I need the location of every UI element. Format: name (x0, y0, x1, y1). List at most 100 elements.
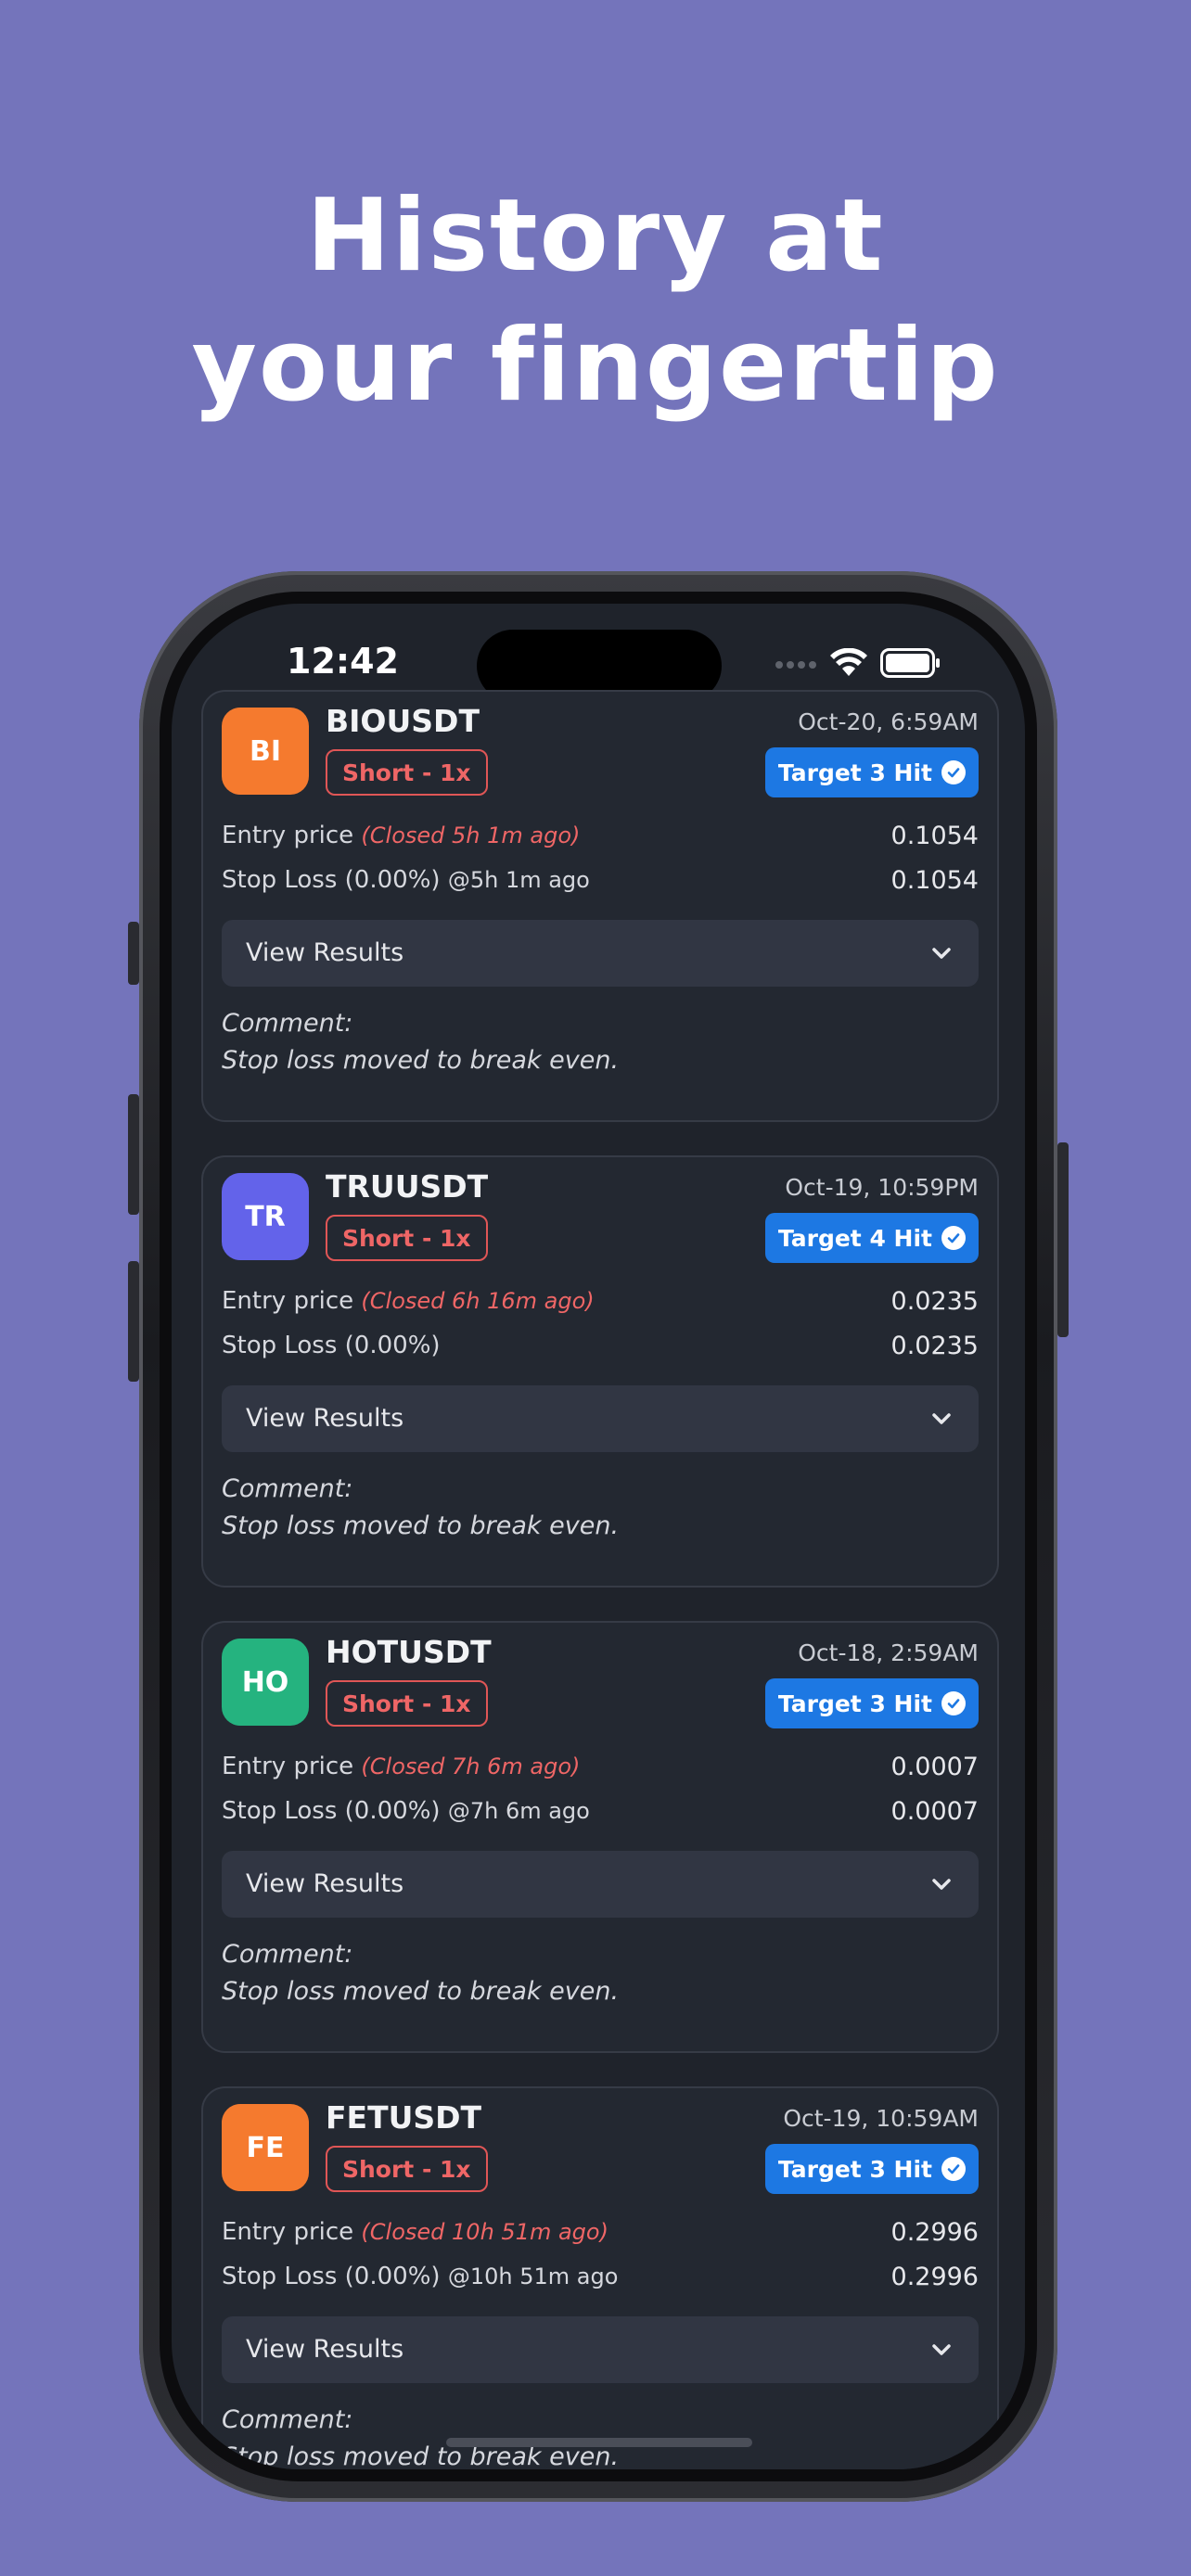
target-status-badge: Target 3 Hit (764, 2144, 979, 2194)
status-icons (775, 647, 941, 682)
comment-text: Stop loss moved to break even. (222, 1511, 620, 1540)
target-label: Target 4 Hit (777, 1224, 932, 1252)
closed-ago-text: (Closed 10h 51m ago) (361, 2219, 608, 2245)
position-side-badge: Short - 1x (326, 749, 488, 796)
symbol-avatar: HO (222, 1639, 309, 1726)
signal-date: Oct-19, 10:59PM (785, 1174, 979, 1201)
status-time: 12:42 (287, 641, 399, 682)
stop-loss-label: Stop Loss (0.00%) (222, 866, 441, 894)
signal-card[interactable]: BI BIOUSDT Short - 1x Oct-20, 6:59AM Tar… (201, 690, 999, 1122)
comment-block: Comment: Stop loss moved to break even. (222, 1005, 619, 1079)
stop-loss-value: 0.0007 (890, 1797, 979, 1826)
signal-date: Oct-19, 10:59AM (783, 2105, 979, 2132)
comment-text: Stop loss moved to break even. (222, 1046, 620, 1075)
headline-line-2: your fingertip (191, 308, 1000, 424)
closed-ago-text: (Closed 5h 1m ago) (361, 823, 581, 848)
entry-price-label: Entry price (222, 1287, 354, 1315)
view-results-toggle[interactable]: View Results (222, 920, 979, 987)
entry-price-value: 0.2996 (890, 2218, 979, 2247)
entry-price-value: 0.0007 (890, 1753, 979, 1781)
position-side-badge: Short - 1x (326, 1215, 488, 1261)
stop-loss-label: Stop Loss (0.00%) (222, 1332, 441, 1359)
comment-text: Stop loss moved to break even. (222, 1977, 620, 2006)
view-results-toggle[interactable]: View Results (222, 2316, 979, 2383)
symbol-name: FETUSDT (326, 2099, 482, 2136)
chevron-down-icon (928, 2337, 954, 2366)
closed-ago-text: (Closed 6h 16m ago) (361, 1288, 595, 1314)
comment-label: Comment: (222, 1474, 353, 1503)
chevron-down-icon (928, 1871, 954, 1901)
stop-loss-label: Stop Loss (0.00%) (222, 2263, 441, 2290)
entry-price-row: Entry price (Closed 7h 6m ago) 0.0007 (222, 1753, 979, 1790)
entry-price-value: 0.1054 (890, 822, 979, 850)
signal-date: Oct-18, 2:59AM (798, 1639, 979, 1666)
target-label: Target 3 Hit (777, 759, 932, 786)
comment-block: Comment: Stop loss moved to break even. (222, 2402, 619, 2469)
stop-loss-ago: @5h 1m ago (447, 867, 590, 893)
target-label: Target 3 Hit (777, 1690, 932, 1717)
stop-loss-row: Stop Loss (0.00%) @5h 1m ago 0.1054 (222, 866, 979, 903)
target-status-badge: Target 4 Hit (764, 1213, 979, 1263)
stop-loss-value: 0.0235 (890, 1332, 979, 1360)
view-results-label: View Results (246, 1869, 404, 1898)
check-circle-icon (941, 2157, 966, 2181)
position-side-badge: Short - 1x (326, 2146, 488, 2192)
phone-screen: 12:42 BI BIOUSDT Short - 1x Oct-20, 6:59 (172, 604, 1025, 2469)
stop-loss-value: 0.2996 (890, 2263, 979, 2291)
symbol-avatar: TR (222, 1173, 309, 1260)
signal-date: Oct-20, 6:59AM (798, 708, 979, 735)
comment-label: Comment: (222, 1940, 353, 1969)
stop-loss-value: 0.1054 (890, 866, 979, 895)
closed-ago-text: (Closed 7h 6m ago) (361, 1753, 581, 1779)
promo-headline: History at your fingertip (0, 172, 1191, 431)
position-side-badge: Short - 1x (326, 1680, 488, 1727)
symbol-avatar: FE (222, 2104, 309, 2191)
signal-icon (775, 657, 817, 674)
stop-loss-label: Stop Loss (0.00%) (222, 1797, 441, 1825)
entry-price-row: Entry price (Closed 6h 16m ago) 0.0235 (222, 1287, 979, 1324)
signal-card[interactable]: HO HOTUSDT Short - 1x Oct-18, 2:59AM Tar… (201, 1621, 999, 2053)
comment-label: Comment: (222, 2405, 353, 2434)
view-results-label: View Results (246, 938, 404, 967)
chevron-down-icon (928, 940, 954, 970)
target-status-badge: Target 3 Hit (764, 1678, 979, 1728)
entry-price-label: Entry price (222, 822, 354, 849)
battery-icon (880, 648, 941, 682)
entry-price-label: Entry price (222, 2218, 354, 2246)
action-button (128, 922, 139, 985)
check-circle-icon (941, 1691, 966, 1715)
stop-loss-row: Stop Loss (0.00%) @10h 51m ago 0.2996 (222, 2263, 979, 2300)
symbol-name: BIOUSDT (326, 703, 480, 739)
check-circle-icon (941, 760, 966, 784)
wifi-icon (830, 647, 867, 682)
comment-block: Comment: Stop loss moved to break even. (222, 1936, 619, 2010)
signal-card[interactable]: TR TRUUSDT Short - 1x Oct-19, 10:59PM Ta… (201, 1155, 999, 1588)
stop-loss-row: Stop Loss (0.00%) @7h 6m ago 0.0007 (222, 1797, 979, 1834)
headline-line-1: History at (306, 178, 885, 294)
stop-loss-ago: @10h 51m ago (447, 2264, 619, 2289)
entry-price-row: Entry price (Closed 5h 1m ago) 0.1054 (222, 822, 979, 859)
entry-price-row: Entry price (Closed 10h 51m ago) 0.2996 (222, 2218, 979, 2255)
entry-price-label: Entry price (222, 1753, 354, 1780)
volume-down-button (128, 1261, 139, 1382)
comment-block: Comment: Stop loss moved to break even. (222, 1471, 619, 1545)
home-indicator (446, 2438, 752, 2447)
symbol-avatar: BI (222, 708, 309, 795)
target-status-badge: Target 3 Hit (764, 747, 979, 797)
symbol-name: TRUUSDT (326, 1168, 489, 1205)
volume-up-button (128, 1094, 139, 1215)
comment-label: Comment: (222, 1009, 353, 1038)
view-results-label: View Results (246, 2335, 404, 2364)
stop-loss-ago: @7h 6m ago (447, 1798, 590, 1824)
signal-card[interactable]: FE FETUSDT Short - 1x Oct-19, 10:59AM Ta… (201, 2086, 999, 2469)
view-results-toggle[interactable]: View Results (222, 1851, 979, 1918)
symbol-name: HOTUSDT (326, 1634, 492, 1670)
chevron-down-icon (928, 1406, 954, 1435)
target-label: Target 3 Hit (777, 2155, 932, 2183)
view-results-toggle[interactable]: View Results (222, 1385, 979, 1452)
stop-loss-row: Stop Loss (0.00%) 0.0235 (222, 1332, 979, 1369)
view-results-label: View Results (246, 1404, 404, 1433)
power-button (1057, 1142, 1069, 1337)
entry-price-value: 0.0235 (890, 1287, 979, 1316)
check-circle-icon (941, 1226, 966, 1250)
